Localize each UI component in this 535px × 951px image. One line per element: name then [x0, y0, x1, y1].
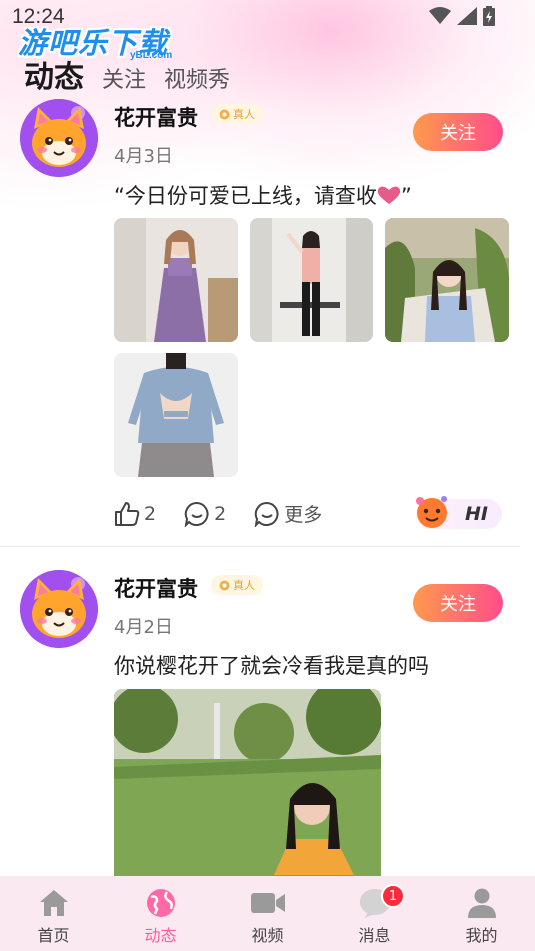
verified-badge: 真人 — [211, 104, 263, 124]
flower-badge-icon — [219, 580, 230, 590]
verified-badge-label: 真人 — [233, 108, 255, 121]
more-chat-icon — [254, 501, 279, 527]
nav-profile[interactable]: 我的 — [428, 886, 535, 946]
nav-home[interactable]: 首页 — [0, 886, 107, 946]
post-text: “今日份可爱已上线，请查收 ” — [114, 180, 412, 210]
follow-button[interactable]: 关注 — [413, 113, 503, 151]
say-hi-button[interactable]: HI — [416, 496, 502, 529]
nav-video-label: 视频 — [251, 926, 284, 945]
tab-video-show[interactable]: 视频秀 — [164, 62, 230, 96]
messages-badge: 1 — [381, 884, 405, 908]
nav-messages[interactable]: 1 消息 — [321, 884, 428, 946]
user-icon — [464, 886, 500, 920]
post-username[interactable]: 花开富贵 — [114, 102, 198, 132]
post-photo[interactable] — [114, 353, 238, 477]
nav-video[interactable]: 视频 — [214, 886, 321, 946]
nav-profile-label: 我的 — [465, 926, 498, 945]
post-date: 4月2日 — [114, 617, 173, 638]
comment-icon — [184, 501, 209, 527]
post-text-end: ” — [400, 184, 412, 208]
avatar[interactable] — [20, 570, 98, 648]
post-actions: 2 2 更多 — [114, 500, 350, 527]
signal-icon — [457, 7, 477, 25]
post-date: 4月3日 — [114, 146, 173, 167]
post-photo[interactable] — [385, 218, 509, 342]
post-divider — [0, 546, 520, 547]
flower-badge-icon — [219, 109, 230, 119]
post-photo[interactable] — [114, 218, 238, 342]
wifi-icon — [429, 7, 451, 24]
say-hi-label: HI — [465, 503, 488, 525]
top-tabs: 动态 关注 视频秀 — [24, 52, 230, 96]
comment-count: 2 — [214, 502, 227, 525]
hi-emoji-icon — [416, 496, 447, 528]
status-icons — [429, 6, 495, 26]
bottom-nav: 首页 动态 视频 1 消息 我的 — [0, 876, 535, 951]
verified-badge-label: 真人 — [233, 579, 255, 592]
follow-button[interactable]: 关注 — [413, 584, 503, 622]
tab-dynamics[interactable]: 动态 — [24, 52, 84, 96]
nav-dynamics[interactable]: 动态 — [107, 886, 214, 946]
post-text-content: “今日份可爱已上线，请查收 — [114, 184, 377, 208]
like-count: 2 — [144, 502, 157, 525]
post-photo[interactable] — [250, 218, 373, 342]
verified-badge: 真人 — [211, 575, 263, 595]
avatar[interactable] — [20, 99, 98, 177]
more-button[interactable]: 更多 — [254, 500, 322, 527]
nav-messages-label: 消息 — [358, 926, 391, 945]
tab-following[interactable]: 关注 — [102, 62, 146, 96]
post-text: 你说樱花开了就会冷看我是真的吗 — [114, 654, 429, 678]
nav-dynamics-label: 动态 — [144, 926, 177, 945]
nav-home-label: 首页 — [37, 926, 70, 945]
thumbs-up-icon — [115, 501, 140, 526]
heart-emoji-icon — [377, 186, 401, 204]
battery-icon — [483, 6, 495, 26]
video-camera-icon — [250, 886, 286, 920]
like-button[interactable]: 2 — [114, 501, 156, 527]
home-icon — [36, 886, 72, 920]
comment-button[interactable]: 2 — [184, 501, 226, 527]
post-photo[interactable] — [114, 689, 381, 876]
globe-icon — [143, 886, 179, 920]
more-label: 更多 — [284, 504, 323, 526]
post-username[interactable]: 花开富贵 — [114, 573, 198, 603]
